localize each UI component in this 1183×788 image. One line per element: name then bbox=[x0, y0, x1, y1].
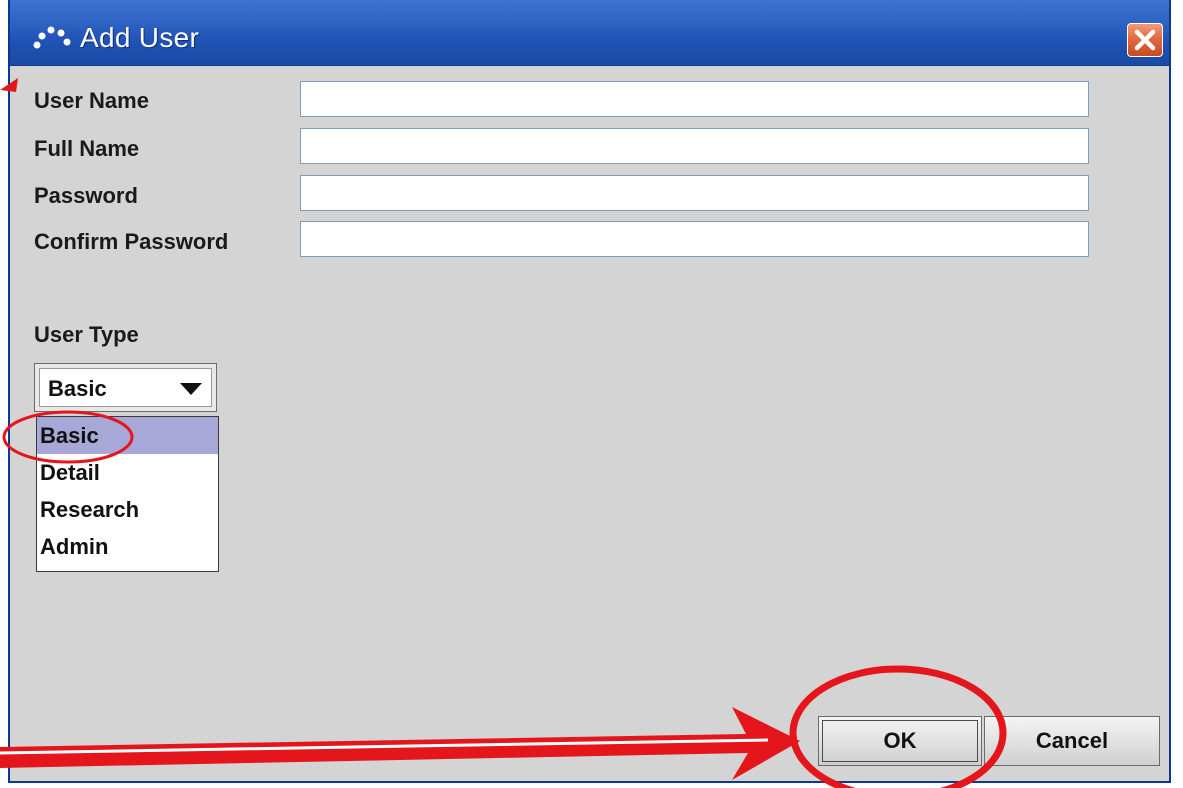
full-name-label: Full Name bbox=[34, 136, 140, 161]
user-type-label: User Type bbox=[34, 322, 139, 347]
title-bar[interactable]: Add User bbox=[10, 0, 1169, 66]
user-type-dropdown-list: Basic Detail Research Admin bbox=[36, 416, 219, 572]
screenshot-stage: Add User User Name Full Name Password Co… bbox=[0, 0, 1183, 788]
window-title: Add User bbox=[80, 22, 200, 53]
add-user-dialog: Add User User Name Full Name Password Co… bbox=[8, 0, 1171, 783]
confirm-password-field[interactable] bbox=[300, 221, 1089, 257]
user-name-label: User Name bbox=[34, 88, 149, 113]
user-type-combo-field[interactable]: Basic bbox=[39, 368, 212, 407]
close-button[interactable] bbox=[1127, 23, 1163, 57]
user-type-combo[interactable]: Basic bbox=[34, 363, 217, 412]
password-field[interactable] bbox=[300, 175, 1089, 211]
option-research[interactable]: Research bbox=[37, 491, 218, 528]
password-label: Password bbox=[34, 183, 138, 208]
ok-button[interactable]: OK bbox=[818, 716, 982, 766]
option-detail[interactable]: Detail bbox=[37, 454, 218, 491]
option-basic[interactable]: Basic bbox=[37, 417, 218, 454]
user-name-field[interactable] bbox=[300, 81, 1089, 117]
dropdown-arrow-icon[interactable] bbox=[180, 382, 202, 400]
option-admin[interactable]: Admin bbox=[37, 528, 218, 565]
user-type-selected-value: Basic bbox=[48, 376, 107, 401]
app-dots-icon bbox=[32, 25, 72, 51]
confirm-password-label: Confirm Password bbox=[34, 229, 229, 254]
full-name-field[interactable] bbox=[300, 128, 1089, 164]
cancel-button[interactable]: Cancel bbox=[984, 716, 1160, 766]
